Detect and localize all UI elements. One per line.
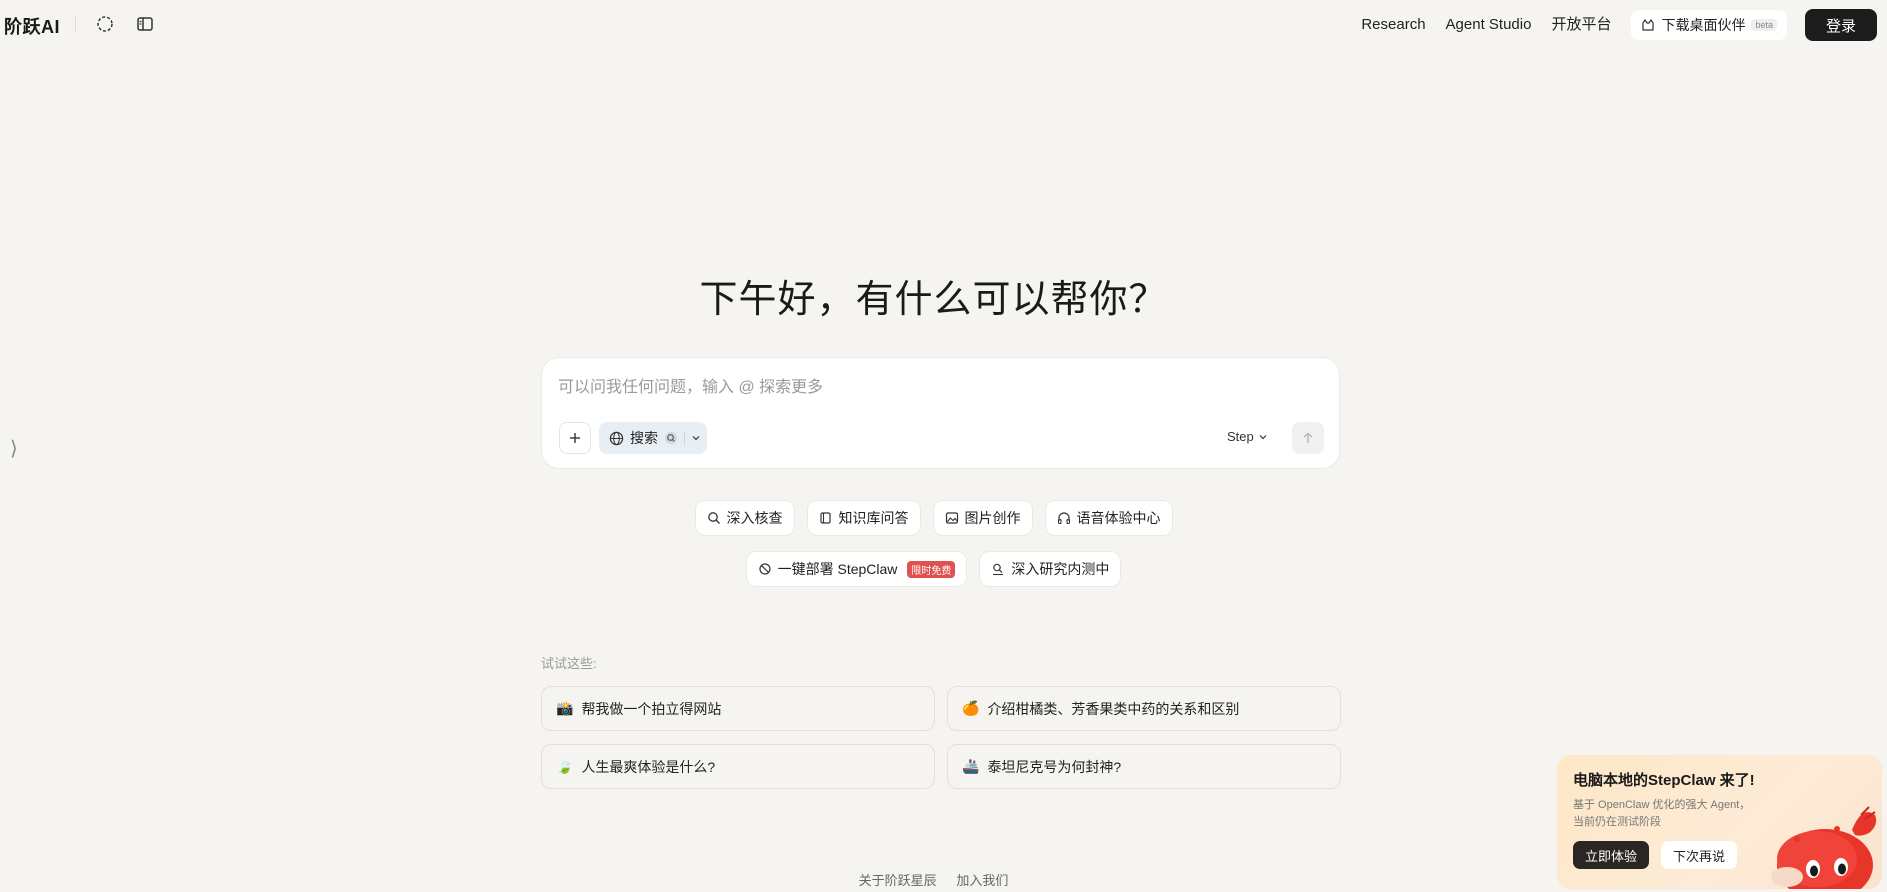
model-select[interactable]: Step: [1227, 429, 1268, 444]
model-label: Step: [1227, 429, 1254, 444]
download-label: 下载桌面伙伴: [1661, 17, 1746, 33]
expand-sidebar-icon[interactable]: ⟩: [10, 436, 18, 461]
feature-chips-row-1: 深入核查 知识库问答 图片创作 语音体验中心: [0, 500, 1867, 536]
chip-separator: [684, 431, 685, 445]
chip-image-create[interactable]: 图片创作: [932, 500, 1033, 536]
promo-later-button[interactable]: 下次再说: [1661, 841, 1738, 869]
chip-label: 深入研究内测中: [1011, 561, 1110, 577]
research-icon: [993, 563, 1004, 576]
camera-icon: 📸: [556, 700, 574, 716]
chip-voice-center[interactable]: 语音体验中心: [1044, 500, 1173, 536]
suggestion-text: 人生最爽体验是什么?: [581, 758, 716, 775]
logo[interactable]: 阶跃AI: [4, 13, 60, 39]
free-badge: 限时免费: [907, 560, 956, 578]
login-button[interactable]: 登录: [1805, 9, 1877, 41]
feature-chips-row-2: 一键部署 StepClaw 限时免费 深入研究内测中: [0, 551, 1867, 587]
top-bar: 阶跃AI Research Agent Studio 开放平台 下载桌面伙伴 b…: [0, 0, 1887, 48]
chip-deep-research[interactable]: 深入研究内测中: [979, 551, 1122, 587]
chip-deep-verify[interactable]: 深入核查: [694, 500, 795, 536]
globe-icon: [609, 431, 624, 445]
promo-desc-line: 基于 OpenClaw 优化的强大 Agent，: [1573, 799, 1751, 811]
top-nav: Research Agent Studio 开放平台 下载桌面伙伴 beta: [1361, 10, 1787, 40]
suggestion-text: 帮我做一个拍立得网站: [581, 700, 722, 717]
header-divider: [75, 16, 76, 32]
chat-input[interactable]: [558, 376, 1318, 400]
headphones-icon: [1057, 512, 1070, 525]
search-toggle[interactable]: 搜索: [599, 422, 707, 454]
ship-icon: 🚢: [962, 758, 980, 774]
chip-knowledge-qa[interactable]: 知识库问答: [806, 500, 921, 536]
stepclaw-promo-card: 电脑本地的StepClaw 来了! 基于 OpenClaw 优化的强大 Agen…: [1557, 755, 1882, 889]
chevron-down-icon: [1259, 434, 1267, 439]
promo-description: 基于 OpenClaw 优化的强大 Agent， 当前仍在测试阶段: [1573, 797, 1773, 831]
greeting-title: 下午好，有什么可以帮你？: [699, 279, 1168, 321]
pet-icon: [1642, 18, 1655, 31]
chip-label: 图片创作: [964, 510, 1021, 526]
arrow-up-icon: [1303, 432, 1313, 443]
chip-label: 知识库问答: [838, 510, 909, 526]
magnifier-icon: [707, 512, 720, 524]
attach-button[interactable]: [559, 422, 591, 454]
new-chat-icon[interactable]: [95, 14, 115, 34]
chip-label: 语音体验中心: [1076, 510, 1161, 526]
footer-join-link[interactable]: 加入我们: [956, 873, 1008, 888]
suggestion-text: 泰坦尼克号为何封神?: [987, 758, 1122, 775]
chip-label: 一键部署 StepClaw: [777, 561, 898, 577]
suggestion-item[interactable]: 🚢 泰坦尼克号为何封神?: [947, 744, 1341, 789]
search-engine-icon: [665, 432, 677, 444]
nav-open-platform[interactable]: 开放平台: [1551, 11, 1611, 39]
suggestion-item[interactable]: 🍃 人生最爽体验是什么?: [541, 744, 935, 789]
suggestion-item[interactable]: 📸 帮我做一个拍立得网站: [541, 686, 935, 731]
nav-agent-studio[interactable]: Agent Studio: [1446, 11, 1532, 39]
suggestion-item[interactable]: 🍊 介绍柑橘类、芳香果类中药的关系和区别: [947, 686, 1341, 731]
chip-label: 深入核查: [726, 510, 783, 526]
beta-badge: beta: [1751, 19, 1777, 31]
send-button[interactable]: [1292, 422, 1324, 454]
search-label: 搜索: [630, 430, 658, 446]
suggestion-grid: 📸 帮我做一个拍立得网站 🍊 介绍柑橘类、芳香果类中药的关系和区别 🍃 人生最爽…: [541, 686, 1341, 789]
sidebar-toggle-icon[interactable]: [135, 14, 155, 34]
promo-desc-line: 当前仍在测试阶段: [1573, 816, 1661, 828]
leaf-icon: 🍃: [556, 758, 574, 774]
promo-title: 电脑本地的StepClaw 来了!: [1573, 772, 1755, 789]
chevron-down-icon[interactable]: [691, 433, 701, 443]
book-icon: [819, 512, 831, 524]
footer-about-link[interactable]: 关于阶跃星辰: [859, 873, 937, 888]
crab-mascot-icon: [1771, 806, 1877, 889]
image-icon: [945, 512, 958, 524]
promo-try-button[interactable]: 立即体验: [1573, 841, 1650, 869]
suggestion-text: 介绍柑橘类、芳香果类中药的关系和区别: [987, 700, 1240, 717]
try-these-label: 试试这些:: [541, 656, 597, 671]
plus-icon: [570, 433, 580, 443]
nav-research[interactable]: Research: [1361, 11, 1425, 39]
chip-deploy-stepclaw[interactable]: 一键部署 StepClaw 限时免费: [745, 551, 968, 587]
claw-icon: [758, 563, 771, 575]
chat-input-box: 搜索 Step: [541, 357, 1340, 469]
download-desktop-button[interactable]: 下载桌面伙伴 beta: [1631, 10, 1787, 40]
orange-icon: 🍊: [962, 700, 980, 716]
